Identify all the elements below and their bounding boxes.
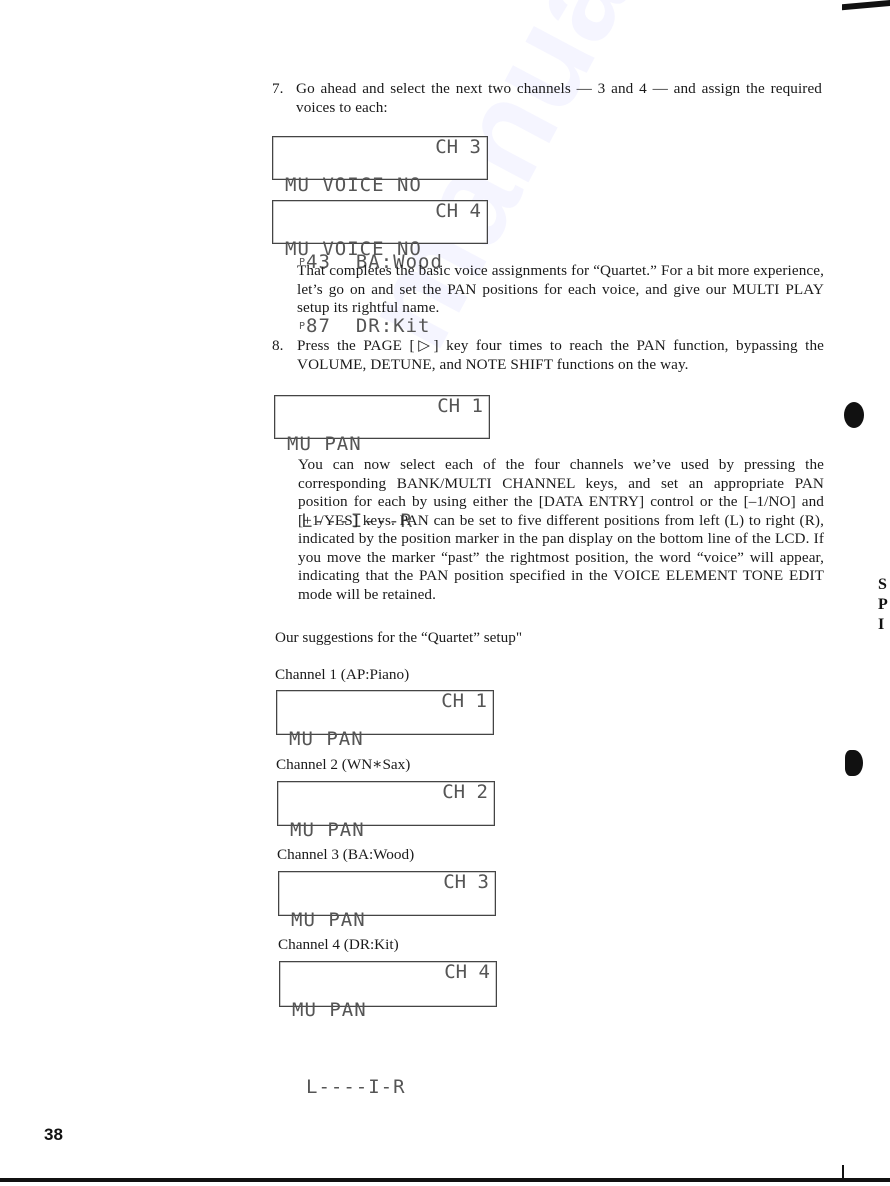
step-8-text: Press the PAGE [▷] key four times to rea… [297,337,824,373]
lcd-channel: CH 2 [442,781,488,803]
lcd-pan-suggestion-ch4: MU PAN CH 4 L----I-R [279,961,497,1097]
lcd-pan-suggestion-ch1: MU PAN CH 1 LI-----R [276,690,494,826]
lcd-voice-number: 87 [306,315,331,337]
lcd-line-1: MU PAN [291,909,366,931]
step-7-number: 7. [272,80,284,97]
channel-4-caption: Channel 4 (DR:Kit) [278,936,399,953]
edge-text-3: I [878,616,885,633]
corner-scan-mark [842,0,890,11]
lcd-pan-suggestion-ch3: MU PAN CH 3 L-I----R [278,871,496,1007]
suggestions-intro: Our suggestions for the “Quartet” setup" [275,629,523,646]
lcd-line-1: MU PAN [292,999,367,1021]
channel-2-caption: Channel 2 (WN∗Sax) [276,756,411,773]
bottom-tick-mark [842,1165,844,1179]
lcd-channel: CH 3 [443,871,489,893]
lcd-pan-suggestion-ch2: MU PAN CH 2 L-----IR [277,781,495,917]
step-7-followup: That completes the basic voice assignmen… [297,262,824,316]
channel-3-caption: Channel 3 (BA:Wood) [277,846,415,863]
channel-1-caption: Channel 1 (AP:Piano) [275,666,410,683]
lcd-channel: CH 4 [444,961,490,983]
lcd-channel: CH 3 [435,136,481,158]
lcd-line-1: MU PAN [289,728,364,750]
lcd-pan-display: L----I-R [306,1076,406,1098]
punch-hole-top [844,402,864,428]
lcd-channel: CH 1 [441,690,487,712]
lcd-voice-name: DR:Kit [355,315,431,337]
bottom-rule [0,1178,890,1182]
step-7-text: Go ahead and select the next two channel… [296,80,822,116]
lcd-line-1: MU PAN [290,819,365,841]
edge-text-1: S [878,576,887,593]
edge-text-2: P [878,596,888,613]
lcd-p-marker: P [299,321,307,332]
lcd-voice-ch4: MU VOICE NO CH 4 P87 DR:Kit [272,200,488,336]
lcd-pan-ch1: MU PAN CH 1 L---I---R [274,395,490,531]
lcd-voice-ch3: MU VOICE NO CH 3 P43 BA:Wood [272,136,488,272]
step-8-number: 8. [272,337,284,354]
lcd-line-1: MU VOICE NO [285,238,422,260]
page-number: 38 [44,1125,63,1144]
lcd-line-1: MU VOICE NO [285,174,422,196]
lcd-line-2: P87 DR:Kit [273,317,487,337]
punch-hole-bottom [845,750,863,776]
lcd-channel: CH 4 [435,200,481,222]
lcd-line-1: MU PAN [287,433,362,455]
lcd-channel: CH 1 [437,395,483,417]
step-8-followup: You can now select each of the four chan… [298,456,824,603]
